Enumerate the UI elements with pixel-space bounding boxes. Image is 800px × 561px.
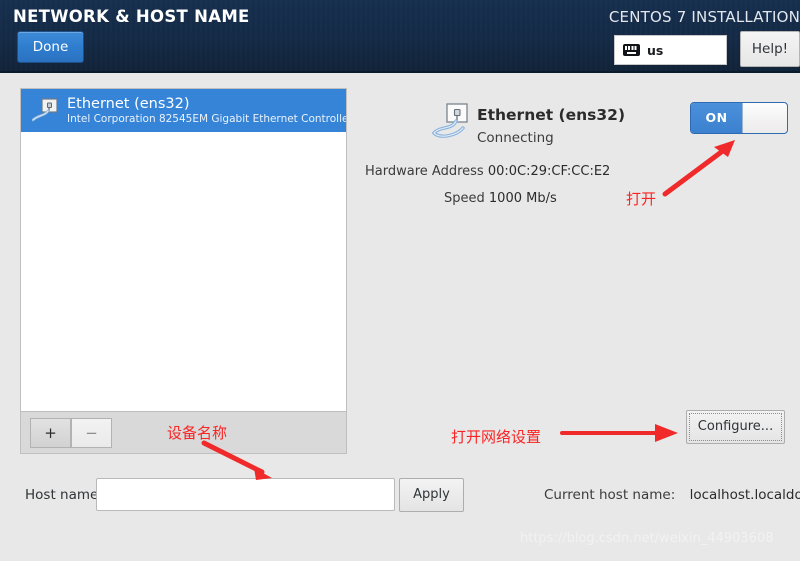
keyboard-layout-indicator[interactable]: us xyxy=(614,35,727,65)
arrow-to-configure xyxy=(560,424,678,442)
device-list[interactable]: Ethernet (ens32) Intel Corporation 82545… xyxy=(21,89,346,412)
list-item-subtitle: Intel Corporation 82545EM Gigabit Ethern… xyxy=(67,112,346,125)
installer-header: NETWORK & HOST NAME Done CENTOS 7 INSTAL… xyxy=(0,0,800,73)
watermark: https://blog.csdn.net/weixin_44903608 xyxy=(520,531,774,546)
keyboard-icon xyxy=(623,44,640,56)
network-power-toggle[interactable]: ON xyxy=(690,102,788,134)
toggle-on-label: ON xyxy=(691,103,742,133)
hostname-input[interactable] xyxy=(96,478,395,511)
hardware-address-value: 00:0C:29:CF:CC:E2 xyxy=(487,164,611,179)
installation-title: CENTOS 7 INSTALLATION xyxy=(608,8,800,26)
wired-network-icon xyxy=(430,100,474,144)
toggle-knob[interactable] xyxy=(742,103,787,133)
page-title: NETWORK & HOST NAME xyxy=(13,7,250,26)
device-connection-status: Connecting xyxy=(477,130,554,146)
arrow-to-toggle xyxy=(662,140,735,197)
hardware-address-label: Hardware Address xyxy=(365,164,484,179)
speed-label: Speed xyxy=(444,191,485,206)
device-list-panel: Ethernet (ens32) Intel Corporation 82545… xyxy=(20,88,347,454)
help-button[interactable]: Help! xyxy=(740,31,800,67)
remove-device-button[interactable]: − xyxy=(71,418,112,448)
add-device-button[interactable]: + xyxy=(30,418,71,448)
annotation-network-settings: 打开网络设置 xyxy=(451,428,542,446)
current-hostname-row: Current host name: localhost.localdomain xyxy=(544,487,800,503)
device-detail-title: Ethernet (ens32) xyxy=(477,106,626,124)
list-item-title: Ethernet (ens32) xyxy=(67,95,190,112)
hostname-label: Host name: xyxy=(25,487,103,503)
annotation-open-toggle: 打开 xyxy=(626,190,657,208)
configure-button[interactable]: Configure... xyxy=(686,410,785,444)
hardware-address-row: Hardware Address 00:0C:29:CF:CC:E2 xyxy=(365,164,610,179)
list-item[interactable]: Ethernet (ens32) Intel Corporation 82545… xyxy=(21,89,346,132)
current-hostname-value: localhost.localdomain xyxy=(689,487,800,503)
speed-row: Speed 1000 Mb/s xyxy=(444,191,557,206)
speed-value: 1000 Mb/s xyxy=(488,191,557,206)
keyboard-layout-label: us xyxy=(647,42,664,58)
annotation-device-name: 设备名称 xyxy=(167,424,228,442)
wired-network-icon xyxy=(29,95,61,127)
current-hostname-label: Current host name: xyxy=(544,487,676,503)
done-button[interactable]: Done xyxy=(17,31,84,63)
apply-button[interactable]: Apply xyxy=(399,478,464,512)
